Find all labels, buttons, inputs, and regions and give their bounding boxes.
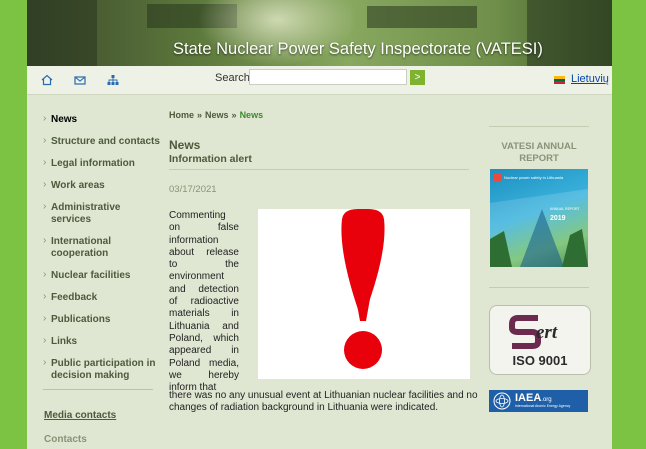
article-subtitle: Information alert — [169, 153, 252, 165]
sidebar-item-links[interactable]: Links — [43, 335, 163, 348]
contacts-link[interactable]: Contacts — [44, 434, 87, 445]
page-title: News — [169, 138, 201, 152]
sidebar-item-admin-services[interactable]: Administrative services — [43, 201, 163, 226]
article-text-left: Commenting on false information about re… — [169, 210, 239, 394]
breadcrumb-home[interactable]: Home — [169, 110, 194, 120]
header-banner: State Nuclear Power Safety Inspectorate … — [27, 0, 612, 66]
sidebar-item-public-participation[interactable]: Public participation in decision making — [43, 357, 163, 382]
iaea-name: IAEA — [515, 392, 542, 404]
report-cover-year: 2019 — [550, 215, 566, 222]
iaea-atom-icon — [493, 392, 511, 410]
top-toolbar: Search: > Lietuvių — [27, 66, 612, 95]
title-divider — [169, 169, 469, 170]
sidebar-item-structure[interactable]: Structure and contacts — [43, 135, 163, 148]
report-cover-label: ANNUAL REPORT — [550, 207, 580, 211]
search-input[interactable] — [249, 69, 407, 85]
iaea-subtitle: International Atomic Energy Agency — [515, 404, 571, 408]
breadcrumb-news[interactable]: News — [205, 110, 229, 120]
sidebar-item-international[interactable]: International cooperation — [43, 235, 131, 260]
article-text-bottom: there was no any unusual event at Lithua… — [169, 390, 478, 414]
iaea-logo[interactable]: IAEA.org International Atomic Energy Age… — [489, 390, 588, 412]
iso-certificate-logo[interactable]: ert ISO 9001 — [489, 305, 591, 375]
mail-icon[interactable] — [74, 74, 86, 86]
sidebar-divider — [43, 389, 153, 390]
lithuania-flag-icon — [554, 76, 565, 84]
aside-divider — [489, 126, 589, 127]
search-button[interactable]: > — [410, 70, 425, 85]
breadcrumb-separator: » — [197, 110, 203, 120]
sidebar-item-work-areas[interactable]: Work areas — [43, 179, 163, 192]
sitemap-icon[interactable] — [107, 74, 119, 86]
breadcrumb-current: News — [239, 110, 264, 120]
sidebar-item-news[interactable]: News — [43, 113, 163, 126]
sidebar-item-publications[interactable]: Publications — [43, 313, 163, 326]
annual-report-cover[interactable]: Nuclear power safety in Lithuania ANNUAL… — [490, 169, 588, 267]
report-cover-text: Nuclear power safety in Lithuania — [504, 175, 564, 180]
cert-iso-label: ISO 9001 — [512, 353, 568, 368]
language-link[interactable]: Lietuvių — [571, 73, 609, 85]
page-container: State Nuclear Power Safety Inspectorate … — [27, 0, 612, 449]
media-contacts-link[interactable]: Media contacts — [44, 410, 116, 421]
alert-image — [258, 209, 470, 379]
cert-brand: ert — [536, 322, 558, 343]
breadcrumb: Home» News» News — [169, 110, 263, 120]
iaea-org: .org — [541, 397, 552, 403]
sidebar-item-feedback[interactable]: Feedback — [43, 291, 163, 304]
site-title: State Nuclear Power Safety Inspectorate … — [173, 40, 543, 58]
sidebar-item-legal[interactable]: Legal information — [43, 157, 163, 170]
exclamation-icon — [341, 209, 385, 369]
home-icon[interactable] — [41, 74, 53, 86]
breadcrumb-separator: » — [231, 110, 237, 120]
annual-report-title: VATESI ANNUAL REPORT — [501, 141, 577, 164]
aside-divider — [489, 287, 589, 288]
article-date: 03/17/2021 — [169, 184, 217, 195]
sidebar-nav: News Structure and contacts Legal inform… — [43, 113, 163, 382]
sidebar-item-nuclear[interactable]: Nuclear facilities — [43, 269, 163, 282]
search-label: Search: — [215, 72, 253, 84]
